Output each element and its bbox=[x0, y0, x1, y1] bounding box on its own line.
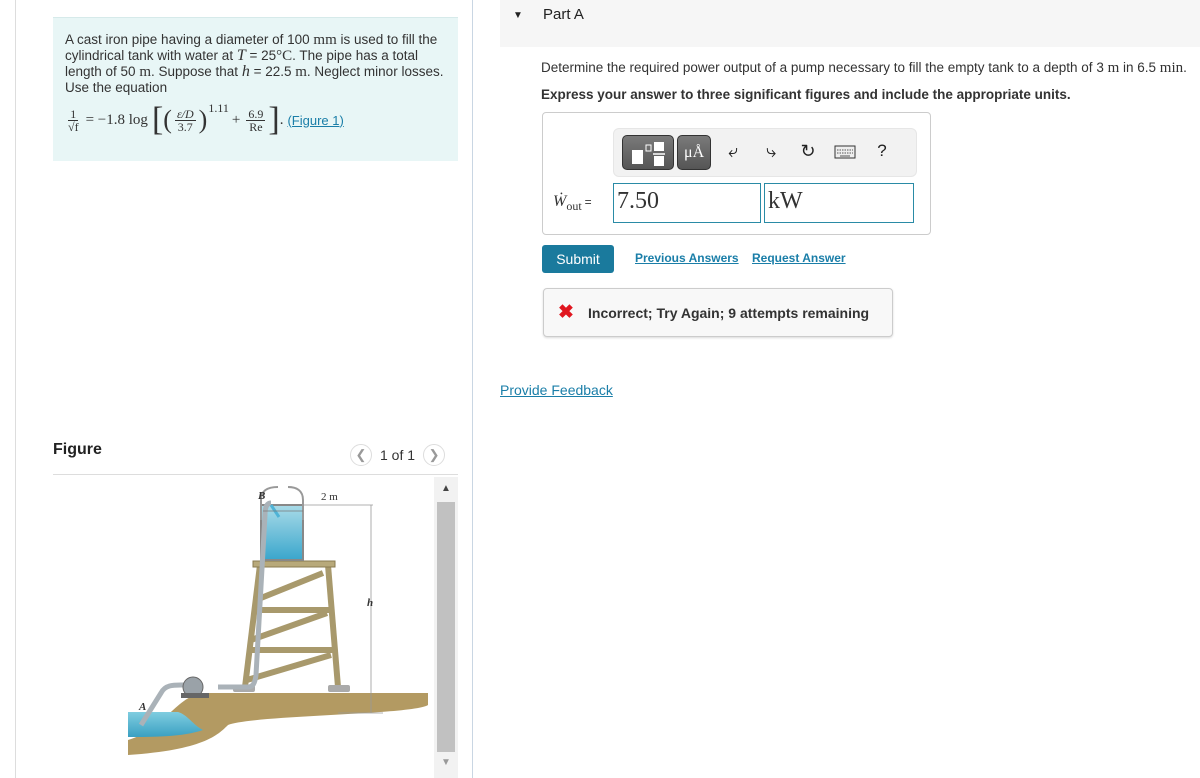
templates-glyph bbox=[632, 142, 665, 166]
problem-text: = 25 bbox=[245, 48, 277, 63]
question-text: Determine the required power output of a… bbox=[541, 60, 1187, 77]
figure-page-count: 1 of 1 bbox=[380, 447, 416, 463]
var-T: T bbox=[236, 47, 246, 64]
unit-min: min bbox=[1159, 60, 1184, 76]
problem-text: . Suppose that bbox=[150, 64, 242, 79]
part-title: Part A bbox=[543, 6, 584, 23]
feedback-text: Incorrect; Try Again; 9 attempts remaini… bbox=[588, 305, 870, 321]
colebrook-equation: 1 √f = −1.8 log [ ( ε/D 3.7 ) 1.11 + 6.9 Re… bbox=[65, 100, 446, 138]
label-width: 2 m bbox=[321, 491, 338, 503]
roughness-fraction: ε/D 3.7 bbox=[174, 106, 196, 134]
var-h: h bbox=[241, 63, 250, 80]
right-paren: ) bbox=[198, 105, 208, 134]
redo-icon[interactable]: ⤷ bbox=[759, 141, 783, 162]
scroll-up-arrow-icon[interactable]: ▲ bbox=[434, 483, 458, 494]
next-figure-button[interactable]: ❯ bbox=[423, 444, 446, 466]
templates-icon[interactable] bbox=[622, 135, 674, 170]
instruction-text: Express your answer to three significant… bbox=[541, 87, 1071, 102]
unit-input[interactable]: kW bbox=[764, 183, 914, 223]
figure-image: B 2 m h A bbox=[53, 475, 458, 778]
figure-pager: ❮ 1 of 1 ❯ bbox=[350, 444, 446, 466]
left-bracket: [ bbox=[151, 101, 164, 138]
error-x-icon: ✖ bbox=[558, 302, 574, 323]
problem-text: A cast iron pipe having a diameter of 10… bbox=[65, 32, 314, 47]
keyboard-icon[interactable] bbox=[833, 143, 857, 164]
plus-sign: + bbox=[231, 111, 241, 128]
part-a-header[interactable]: ▼ Part A bbox=[500, 0, 1200, 47]
figure-scrollbar[interactable]: ▲ ▼ bbox=[434, 477, 458, 778]
problem-statement: A cast iron pipe having a diameter of 10… bbox=[53, 17, 458, 161]
figure-link[interactable]: (Figure 1) bbox=[287, 113, 343, 128]
var-W-dot: Ẇ bbox=[553, 193, 567, 210]
request-answer-link[interactable]: Request Answer bbox=[752, 251, 846, 265]
pump-base bbox=[181, 693, 209, 698]
scroll-thumb[interactable] bbox=[437, 502, 455, 752]
unit-degC: °C bbox=[276, 48, 293, 64]
unit-m: m bbox=[295, 64, 307, 80]
question-part: . bbox=[1183, 60, 1187, 75]
lhs-fraction: 1 √f bbox=[68, 106, 79, 134]
pump-tower-diagram: B 2 m h A bbox=[128, 486, 428, 755]
subscript-out: out bbox=[566, 199, 582, 214]
collapse-arrow-icon[interactable]: ▼ bbox=[513, 10, 523, 21]
period: . bbox=[279, 111, 284, 128]
exponent: 1.11 bbox=[208, 100, 229, 115]
unit-mm: mm bbox=[313, 32, 337, 48]
previous-answers-link[interactable]: Previous Answers bbox=[635, 251, 739, 265]
scroll-down-arrow-icon[interactable]: ▼ bbox=[434, 757, 458, 768]
feedback-message: ✖ Incorrect; Try Again; 9 attempts remai… bbox=[543, 288, 893, 337]
reset-icon[interactable]: ↻ bbox=[796, 141, 820, 162]
label-B: B bbox=[257, 490, 265, 502]
math-toolbar: μÅ ⤶ ⤷ ↻ ? bbox=[613, 128, 917, 177]
undo-icon[interactable]: ⤶ bbox=[721, 141, 745, 162]
figure-title: Figure bbox=[53, 441, 102, 458]
provide-feedback-link[interactable]: Provide Feedback bbox=[500, 382, 613, 398]
unit-m: m bbox=[139, 64, 151, 80]
help-icon[interactable]: ? bbox=[870, 141, 894, 161]
problem-text: = 22.5 bbox=[249, 64, 296, 79]
submit-button[interactable]: Submit bbox=[542, 245, 614, 273]
prev-figure-button[interactable]: ❮ bbox=[350, 444, 372, 466]
answer-box: μÅ ⤶ ⤷ ↻ ? Ẇout = 7.50 kW bbox=[542, 112, 931, 235]
answer-label: Ẇout = bbox=[553, 193, 592, 214]
units-label: μÅ bbox=[684, 144, 705, 161]
value-input[interactable]: 7.50 bbox=[613, 183, 761, 223]
question-part: in 6.5 bbox=[1119, 60, 1160, 75]
units-icon[interactable]: μÅ bbox=[677, 135, 711, 170]
platform bbox=[252, 560, 336, 568]
question-part: Determine the required power output of a… bbox=[541, 60, 1108, 75]
unit-m: m bbox=[1107, 60, 1120, 76]
footing bbox=[328, 685, 350, 692]
right-bracket: ] bbox=[268, 101, 280, 138]
coefficient: = −1.8 log bbox=[85, 111, 148, 128]
label-h: h bbox=[367, 597, 373, 609]
left-paren: ( bbox=[163, 105, 172, 134]
reynolds-fraction: 6.9 Re bbox=[246, 106, 266, 134]
label-A: A bbox=[138, 701, 146, 713]
keyboard-glyph bbox=[834, 145, 856, 159]
equals-sign: = bbox=[584, 195, 592, 209]
